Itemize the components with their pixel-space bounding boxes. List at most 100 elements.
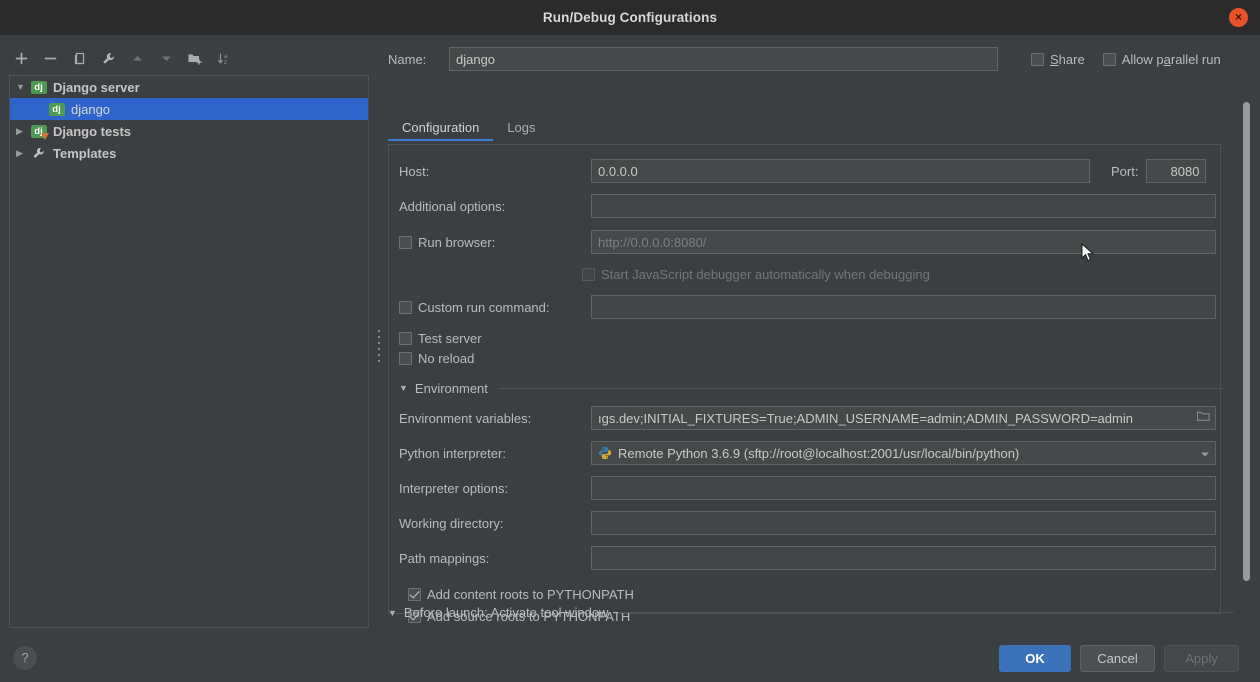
working-directory-input[interactable] bbox=[591, 511, 1216, 535]
section-divider bbox=[497, 387, 1223, 389]
chevron-down-icon[interactable] bbox=[1200, 446, 1210, 461]
editor-tabs: Configuration Logs bbox=[388, 117, 1258, 144]
sort-az-icon[interactable]: a z bbox=[211, 46, 237, 70]
wrench-icon[interactable] bbox=[95, 46, 121, 70]
cancel-button[interactable]: Cancel bbox=[1080, 645, 1155, 672]
django-tests-icon: dj bbox=[30, 124, 49, 140]
content-scrollbar[interactable] bbox=[1241, 44, 1252, 624]
additional-options-input[interactable] bbox=[591, 194, 1216, 218]
before-launch-title: Before launch: Activate tool window bbox=[403, 605, 609, 620]
splitter-handle-icon bbox=[378, 330, 381, 362]
chevron-down-icon[interactable]: ▼ bbox=[399, 383, 408, 393]
test-server-checkbox[interactable]: Test server bbox=[399, 331, 482, 346]
add-configuration-button[interactable] bbox=[8, 46, 34, 70]
host-row: Host: 0.0.0.0 Port: 8080 bbox=[388, 159, 1233, 183]
path-mappings-input[interactable] bbox=[591, 546, 1216, 570]
tab-logs[interactable]: Logs bbox=[493, 117, 549, 141]
path-mappings-label: Path mappings: bbox=[399, 550, 490, 566]
checkbox-box bbox=[399, 331, 412, 345]
environment-variables-row: Environment variables: ıgs.dev;INITIAL_F… bbox=[388, 406, 1233, 430]
configuration-form: Host: 0.0.0.0 Port: 8080 Additional opti… bbox=[388, 147, 1233, 626]
checkbox-box bbox=[399, 235, 412, 249]
share-checkbox[interactable]: Share bbox=[1031, 52, 1085, 67]
python-interpreter-label: Python interpreter: bbox=[399, 445, 506, 461]
port-label: Port: bbox=[1111, 163, 1139, 179]
wrench-icon bbox=[30, 146, 47, 161]
run-browser-url-input[interactable]: http://0.0.0.0:8080/ bbox=[591, 230, 1216, 254]
interpreter-options-label: Interpreter options: bbox=[399, 480, 509, 496]
name-label: Name: bbox=[388, 51, 427, 67]
additional-options-label: Additional options: bbox=[399, 198, 506, 214]
twisty-icon[interactable]: ▼ bbox=[16, 82, 30, 92]
run-browser-checkbox[interactable]: Run browser: bbox=[388, 235, 591, 250]
tree-toolbar: a z bbox=[8, 45, 368, 71]
no-reload-label: No reload bbox=[418, 350, 475, 366]
django-icon: dj bbox=[30, 80, 47, 95]
tree-item-label: Templates bbox=[53, 145, 117, 161]
working-directory-label: Working directory: bbox=[399, 515, 504, 531]
run-browser-row: Run browser: http://0.0.0.0:8080/ bbox=[388, 230, 1233, 254]
environment-variables-value: ıgs.dev;INITIAL_FIXTURES=True;ADMIN_USER… bbox=[598, 410, 1133, 426]
custom-run-command-label: Custom run command: bbox=[418, 299, 550, 315]
environment-section-header[interactable]: ▼ Environment bbox=[388, 378, 1227, 398]
python-interpreter-value: Remote Python 3.6.9 (sftp://root@localho… bbox=[618, 445, 1020, 461]
interpreter-options-input[interactable] bbox=[591, 476, 1216, 500]
ok-button[interactable]: OK bbox=[999, 645, 1071, 672]
before-launch-section-header[interactable]: ▼ Before launch: Activate tool window bbox=[388, 605, 1238, 620]
tree-item-templates[interactable]: ▶ Templates bbox=[10, 142, 368, 164]
checkbox-box bbox=[399, 351, 412, 365]
no-reload-checkbox[interactable]: No reload bbox=[399, 351, 474, 366]
remove-configuration-button[interactable] bbox=[37, 46, 63, 70]
twisty-icon[interactable]: ▶ bbox=[16, 126, 30, 137]
checkbox-box bbox=[582, 267, 595, 281]
test-server-row: Test server bbox=[388, 328, 1233, 348]
folder-add-icon[interactable] bbox=[182, 46, 208, 70]
allow-parallel-run-checkbox[interactable]: Allow parallel run bbox=[1102, 52, 1221, 67]
name-input[interactable]: django bbox=[449, 47, 998, 71]
python-interpreter-dropdown[interactable]: Remote Python 3.6.9 (sftp://root@localho… bbox=[591, 441, 1216, 465]
chevron-down-icon[interactable]: ▼ bbox=[388, 608, 397, 618]
custom-run-command-checkbox[interactable]: Custom run command: bbox=[388, 300, 591, 315]
custom-run-command-input[interactable] bbox=[591, 295, 1216, 319]
host-input[interactable]: 0.0.0.0 bbox=[591, 159, 1090, 183]
scrollbar-thumb[interactable] bbox=[1243, 102, 1250, 581]
folder-browse-icon[interactable] bbox=[1196, 411, 1210, 426]
checkbox-box bbox=[408, 587, 421, 601]
run-browser-label: Run browser: bbox=[418, 234, 496, 250]
dialog-buttons: OK Cancel Apply bbox=[999, 645, 1239, 672]
port-input[interactable]: 8080 bbox=[1146, 159, 1207, 183]
dialog-title: Run/Debug Configurations bbox=[542, 10, 718, 25]
panel-splitter[interactable] bbox=[376, 35, 383, 632]
arrow-down-icon[interactable] bbox=[153, 46, 179, 70]
tree-item-label: Django server bbox=[53, 79, 140, 95]
tree-item-django-server[interactable]: ▼ dj Django server bbox=[10, 76, 368, 98]
close-icon[interactable]: × bbox=[1229, 8, 1248, 27]
no-reload-row: No reload bbox=[388, 348, 1233, 368]
additional-options-row: Additional options: bbox=[388, 194, 1233, 218]
configurations-panel: a z ▼ dj Django server dj django ▶ dj Dj… bbox=[0, 35, 379, 632]
environment-variables-input[interactable]: ıgs.dev;INITIAL_FIXTURES=True;ADMIN_USER… bbox=[591, 406, 1216, 430]
path-mappings-row: Path mappings: bbox=[388, 546, 1233, 570]
arrow-up-icon[interactable] bbox=[124, 46, 150, 70]
working-directory-row: Working directory: bbox=[388, 511, 1233, 535]
add-content-roots-row: Add content roots to PYTHONPATH bbox=[388, 584, 1233, 604]
name-row: Name: django Share Allow parallel run bbox=[388, 47, 1258, 71]
apply-button: Apply bbox=[1164, 645, 1239, 672]
configuration-editor-panel: Name: django Share Allow parallel run Co… bbox=[383, 35, 1260, 632]
tree-item-django-tests[interactable]: ▶ dj Django tests bbox=[10, 120, 368, 142]
help-button[interactable]: ? bbox=[13, 646, 37, 670]
configurations-tree[interactable]: ▼ dj Django server dj django ▶ dj Django… bbox=[9, 75, 369, 628]
checkbox-box bbox=[1031, 52, 1044, 66]
add-content-roots-checkbox[interactable]: Add content roots to PYTHONPATH bbox=[408, 587, 634, 602]
tree-item-label: Django tests bbox=[53, 123, 132, 139]
python-interpreter-row: Python interpreter: Remote Python 3.6.9 … bbox=[388, 441, 1233, 465]
environment-variables-label: Environment variables: bbox=[399, 410, 532, 426]
start-js-debugger-label: Start JavaScript debugger automatically … bbox=[601, 266, 930, 282]
copy-configuration-button[interactable] bbox=[66, 46, 92, 70]
host-label: Host: bbox=[399, 163, 430, 179]
section-divider bbox=[618, 612, 1234, 613]
custom-run-command-row: Custom run command: bbox=[388, 295, 1233, 319]
twisty-icon[interactable]: ▶ bbox=[16, 148, 30, 159]
tab-configuration[interactable]: Configuration bbox=[388, 117, 494, 141]
tree-item-django[interactable]: dj django bbox=[10, 98, 368, 120]
